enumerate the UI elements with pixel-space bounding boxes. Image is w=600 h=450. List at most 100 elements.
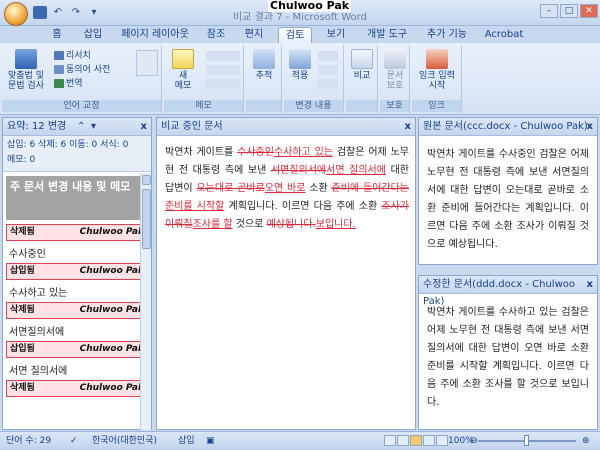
redo-icon[interactable]: ↷	[69, 6, 83, 19]
next-comment-icon[interactable]	[206, 79, 240, 89]
research-icon	[54, 51, 64, 60]
save-icon[interactable]	[33, 6, 47, 19]
original-document-header: 원본 문서(ccc.docx - Chulwoo Pak) x	[419, 118, 597, 136]
revision-author: Chulwoo Pak	[79, 227, 144, 237]
revision-item-text[interactable]: 수사중인	[3, 241, 151, 260]
original-document-pane: 원본 문서(ccc.docx - Chulwoo Pak) x 박연차 게이트를…	[418, 117, 598, 265]
view-buttons	[384, 435, 449, 450]
revision-stats-line1: 삽입: 6 삭제: 6 이동: 0 서식: 0	[7, 140, 129, 150]
close-icon[interactable]: x	[587, 276, 593, 293]
revised-document-body[interactable]: 박연차 게이트를 수사하고 있는 검찰은 어제 노무현 전 대통령 측에 보낸 …	[419, 294, 597, 422]
insert-mode-indicator[interactable]: 삽입	[178, 435, 195, 447]
revision-item-text[interactable]: 서면 질의서에	[3, 358, 151, 377]
translate-button[interactable]: 번역	[54, 79, 83, 90]
new-comment-button[interactable]: 새 메모	[168, 49, 198, 91]
zoom-out-icon[interactable]: ⊖	[470, 435, 478, 447]
tab-mailings[interactable]: 편지	[241, 27, 267, 43]
text-run: 계획입니다. 이르면 다음 주에 소환	[224, 201, 382, 212]
group-ink: 잉크 입력 시작 잉크	[412, 45, 462, 113]
delete-comment-icon[interactable]	[206, 51, 240, 61]
revision-stats: 삽입: 6 삭제: 6 이동: 0 서식: 0 메모: 0	[3, 136, 151, 172]
close-icon[interactable]: x	[141, 118, 147, 135]
original-document-body[interactable]: 박연차 게이트를 수사중인 검찰은 어제 노무현 전 대통령 측에 보낸 서면질…	[419, 136, 597, 264]
title-bar: ↶ ↷ ▾ 비교 결과 7 - Microsoft Word Chulwoo P…	[0, 0, 600, 26]
language-icon[interactable]	[136, 50, 158, 76]
full-screen-icon[interactable]	[397, 435, 409, 446]
revision-stats-line2: 메모: 0	[7, 155, 36, 165]
reviewing-pane-header: 요약: 12 변경 ⌃ ▾ x	[3, 118, 151, 136]
revision-item-header[interactable]: 삽입됨 Chulwoo Pak	[6, 341, 148, 358]
office-button[interactable]	[4, 2, 28, 26]
revision-author: Chulwoo Pak	[79, 266, 144, 276]
tab-review[interactable]: 검토	[278, 27, 312, 43]
deleted-text: 준비에 들어간다는	[331, 183, 409, 194]
revision-author: Chulwoo Pak	[79, 305, 144, 315]
reviewing-pane-scrollbar[interactable]	[140, 173, 151, 430]
draft-icon[interactable]	[436, 435, 448, 446]
chevron-icon[interactable]: ⌃	[77, 118, 85, 135]
revision-type: 삽입됨	[10, 266, 35, 276]
tab-page-layout[interactable]: 페이지 레이아웃	[118, 27, 192, 43]
revision-item-header[interactable]: 삭제됨 Chulwoo Pak	[6, 224, 148, 241]
tab-acrobat[interactable]: Acrobat	[484, 27, 524, 43]
compare-button[interactable]: 비교	[348, 49, 376, 81]
close-icon[interactable]: ✕	[580, 4, 598, 18]
accept-icon	[289, 49, 311, 69]
compared-document-body[interactable]: 박연차 게이트를 수사중인수사하고 있는 검찰은 어제 노무현 전 대통령 측에…	[157, 136, 415, 238]
revision-item-header[interactable]: 삭제됨 Chulwoo Pak	[6, 380, 148, 397]
expand-icon[interactable]: ▾	[91, 118, 96, 135]
start-inking-button[interactable]: 잉크 입력 시작	[414, 49, 460, 91]
outline-icon[interactable]	[423, 435, 435, 446]
inserted-text: 서면 질의서에	[326, 165, 386, 176]
zoom-slider-thumb[interactable]	[524, 435, 529, 446]
group-compare-label	[346, 100, 377, 112]
customize-qat-icon[interactable]: ▾	[87, 6, 101, 19]
print-layout-icon[interactable]	[384, 435, 396, 446]
inserted-text: 조사를 할	[192, 219, 233, 230]
maximize-icon[interactable]: □	[560, 4, 578, 18]
text-run: 박연차 게이트를	[165, 147, 238, 158]
accept-button[interactable]: 적용	[286, 49, 314, 81]
revision-item-text[interactable]: 서면질의서에	[3, 319, 151, 338]
scroll-thumb[interactable]	[142, 189, 151, 249]
revision-item-header[interactable]: 삭제됨 Chulwoo Pak	[6, 302, 148, 319]
group-compare: 비교	[346, 45, 378, 113]
previous-comment-icon[interactable]	[206, 65, 240, 75]
accept-label: 적용	[291, 71, 309, 81]
spelling-button[interactable]: 맞춤법 및 문법 검사	[6, 49, 46, 91]
compared-document-header: 비교 중인 문서 x	[157, 118, 415, 136]
tab-developer[interactable]: 개발 도구	[362, 27, 412, 43]
reject-icon[interactable]	[318, 51, 338, 61]
close-icon[interactable]: x	[405, 118, 411, 135]
track-changes-button[interactable]: 추적	[249, 49, 279, 81]
web-layout-icon[interactable]	[410, 435, 422, 446]
revision-item-text[interactable]: 수사하고 있는	[3, 280, 151, 299]
previous-change-icon[interactable]	[318, 65, 338, 75]
tab-addins[interactable]: 추가 기능	[422, 27, 472, 43]
tab-insert[interactable]: 삽입	[80, 27, 106, 43]
word-count[interactable]: 단어 수: 29	[6, 435, 51, 447]
protect-document-button[interactable]: 문서 보호	[381, 49, 409, 91]
compare-icon	[351, 49, 373, 69]
undo-icon[interactable]: ↶	[51, 6, 65, 19]
tab-references[interactable]: 참조	[203, 27, 229, 43]
next-change-icon[interactable]	[318, 79, 338, 89]
group-changes: 적용 변경 내용	[284, 45, 344, 113]
research-button[interactable]: 리서치	[54, 51, 91, 62]
language-indicator[interactable]: 한국어(대한민국)	[92, 435, 157, 447]
revision-type: 삭제됨	[10, 383, 35, 393]
macro-icon[interactable]: ▣	[206, 435, 215, 447]
proofing-status-icon[interactable]: ✓	[70, 435, 78, 447]
thesaurus-button[interactable]: 동의어 사전	[54, 65, 110, 76]
group-protect-label: 보호	[380, 100, 409, 112]
scroll-up-icon[interactable]	[142, 175, 151, 185]
revision-item-header[interactable]: 삽입됨 Chulwoo Pak	[6, 263, 148, 280]
group-ink-label: 잉크	[412, 100, 461, 112]
minimize-icon[interactable]: –	[540, 4, 558, 18]
thesaurus-icon	[54, 65, 64, 74]
comment-icon	[172, 49, 194, 69]
tab-view[interactable]: 보기	[323, 27, 349, 43]
close-icon[interactable]: x	[587, 118, 593, 135]
tab-home[interactable]: 홈	[46, 27, 68, 43]
zoom-in-icon[interactable]: ⊕	[582, 435, 590, 447]
